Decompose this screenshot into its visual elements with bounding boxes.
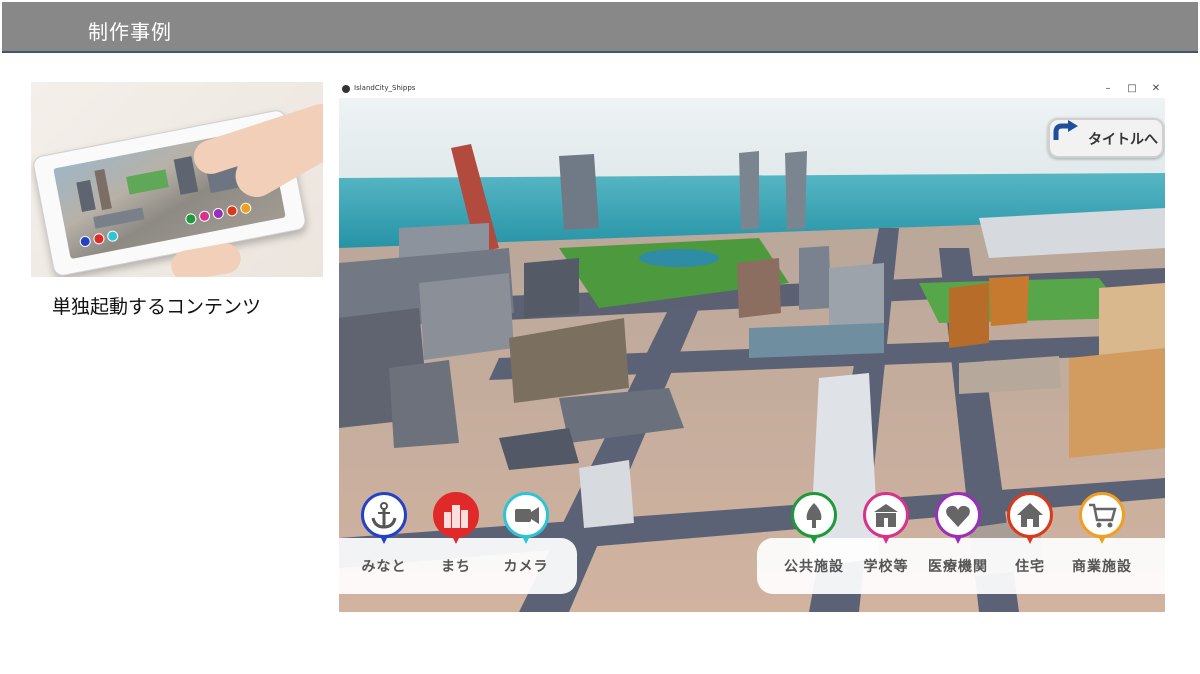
menu-commercial-label: 商業施設	[1072, 559, 1132, 575]
menu-housing-label: 住宅	[1015, 559, 1045, 575]
heart-icon	[946, 505, 970, 527]
minimize-button[interactable]: –	[1100, 82, 1116, 96]
camera-icon	[515, 507, 539, 524]
tree-icon	[806, 503, 822, 528]
house-icon	[1017, 503, 1043, 527]
city-3d-view[interactable]: タイトルへ みなと まち カメラ 公共施設 学校等 医療機関 住宅 商業施設	[339, 98, 1165, 612]
menu-public-facility-label: 公共施設	[784, 559, 844, 575]
app-window: IslandCity_Shipps – □ ✕ タイトルへ みなと まち カメラ…	[338, 80, 1166, 613]
school-icon	[874, 504, 898, 527]
menu-medical-label: 医療機関	[928, 559, 988, 575]
shopping-cart-icon	[1089, 503, 1117, 528]
menu-machi-button[interactable]: まち	[418, 492, 494, 588]
menu-camera-button[interactable]: カメラ	[488, 492, 564, 588]
menu-medical-button[interactable]: 医療機関	[920, 492, 996, 588]
menu-machi-label: まち	[441, 559, 471, 575]
menu-camera-label: カメラ	[503, 559, 549, 575]
menu-school-label: 学校等	[863, 559, 909, 575]
back-to-title-label: タイトルへ	[1088, 132, 1158, 148]
back-to-title-button[interactable]: タイトルへ	[1048, 118, 1164, 158]
close-button[interactable]: ✕	[1148, 82, 1164, 96]
city-buildings-icon	[444, 505, 468, 528]
menu-school-button[interactable]: 学校等	[848, 492, 924, 588]
menu-minato-label: みなと	[361, 559, 407, 575]
window-titlebar[interactable]: IslandCity_Shipps – □ ✕	[338, 80, 1166, 98]
menu-public-facility-button[interactable]: 公共施設	[776, 492, 852, 588]
content-caption: 単独起動するコンテンツ	[52, 296, 262, 318]
window-title: IslandCity_Shipps	[354, 84, 416, 92]
page-title: 制作事例	[88, 20, 172, 44]
tablet-photo	[31, 82, 323, 277]
maximize-button[interactable]: □	[1124, 82, 1140, 96]
menu-commercial-button[interactable]: 商業施設	[1064, 492, 1140, 588]
anchor-icon	[371, 502, 397, 529]
menu-minato-button[interactable]: みなと	[346, 492, 422, 588]
menu-housing-button[interactable]: 住宅	[992, 492, 1068, 588]
return-arrow-icon	[1053, 120, 1078, 140]
header-bar: 制作事例	[2, 2, 1198, 53]
app-icon	[342, 85, 350, 93]
